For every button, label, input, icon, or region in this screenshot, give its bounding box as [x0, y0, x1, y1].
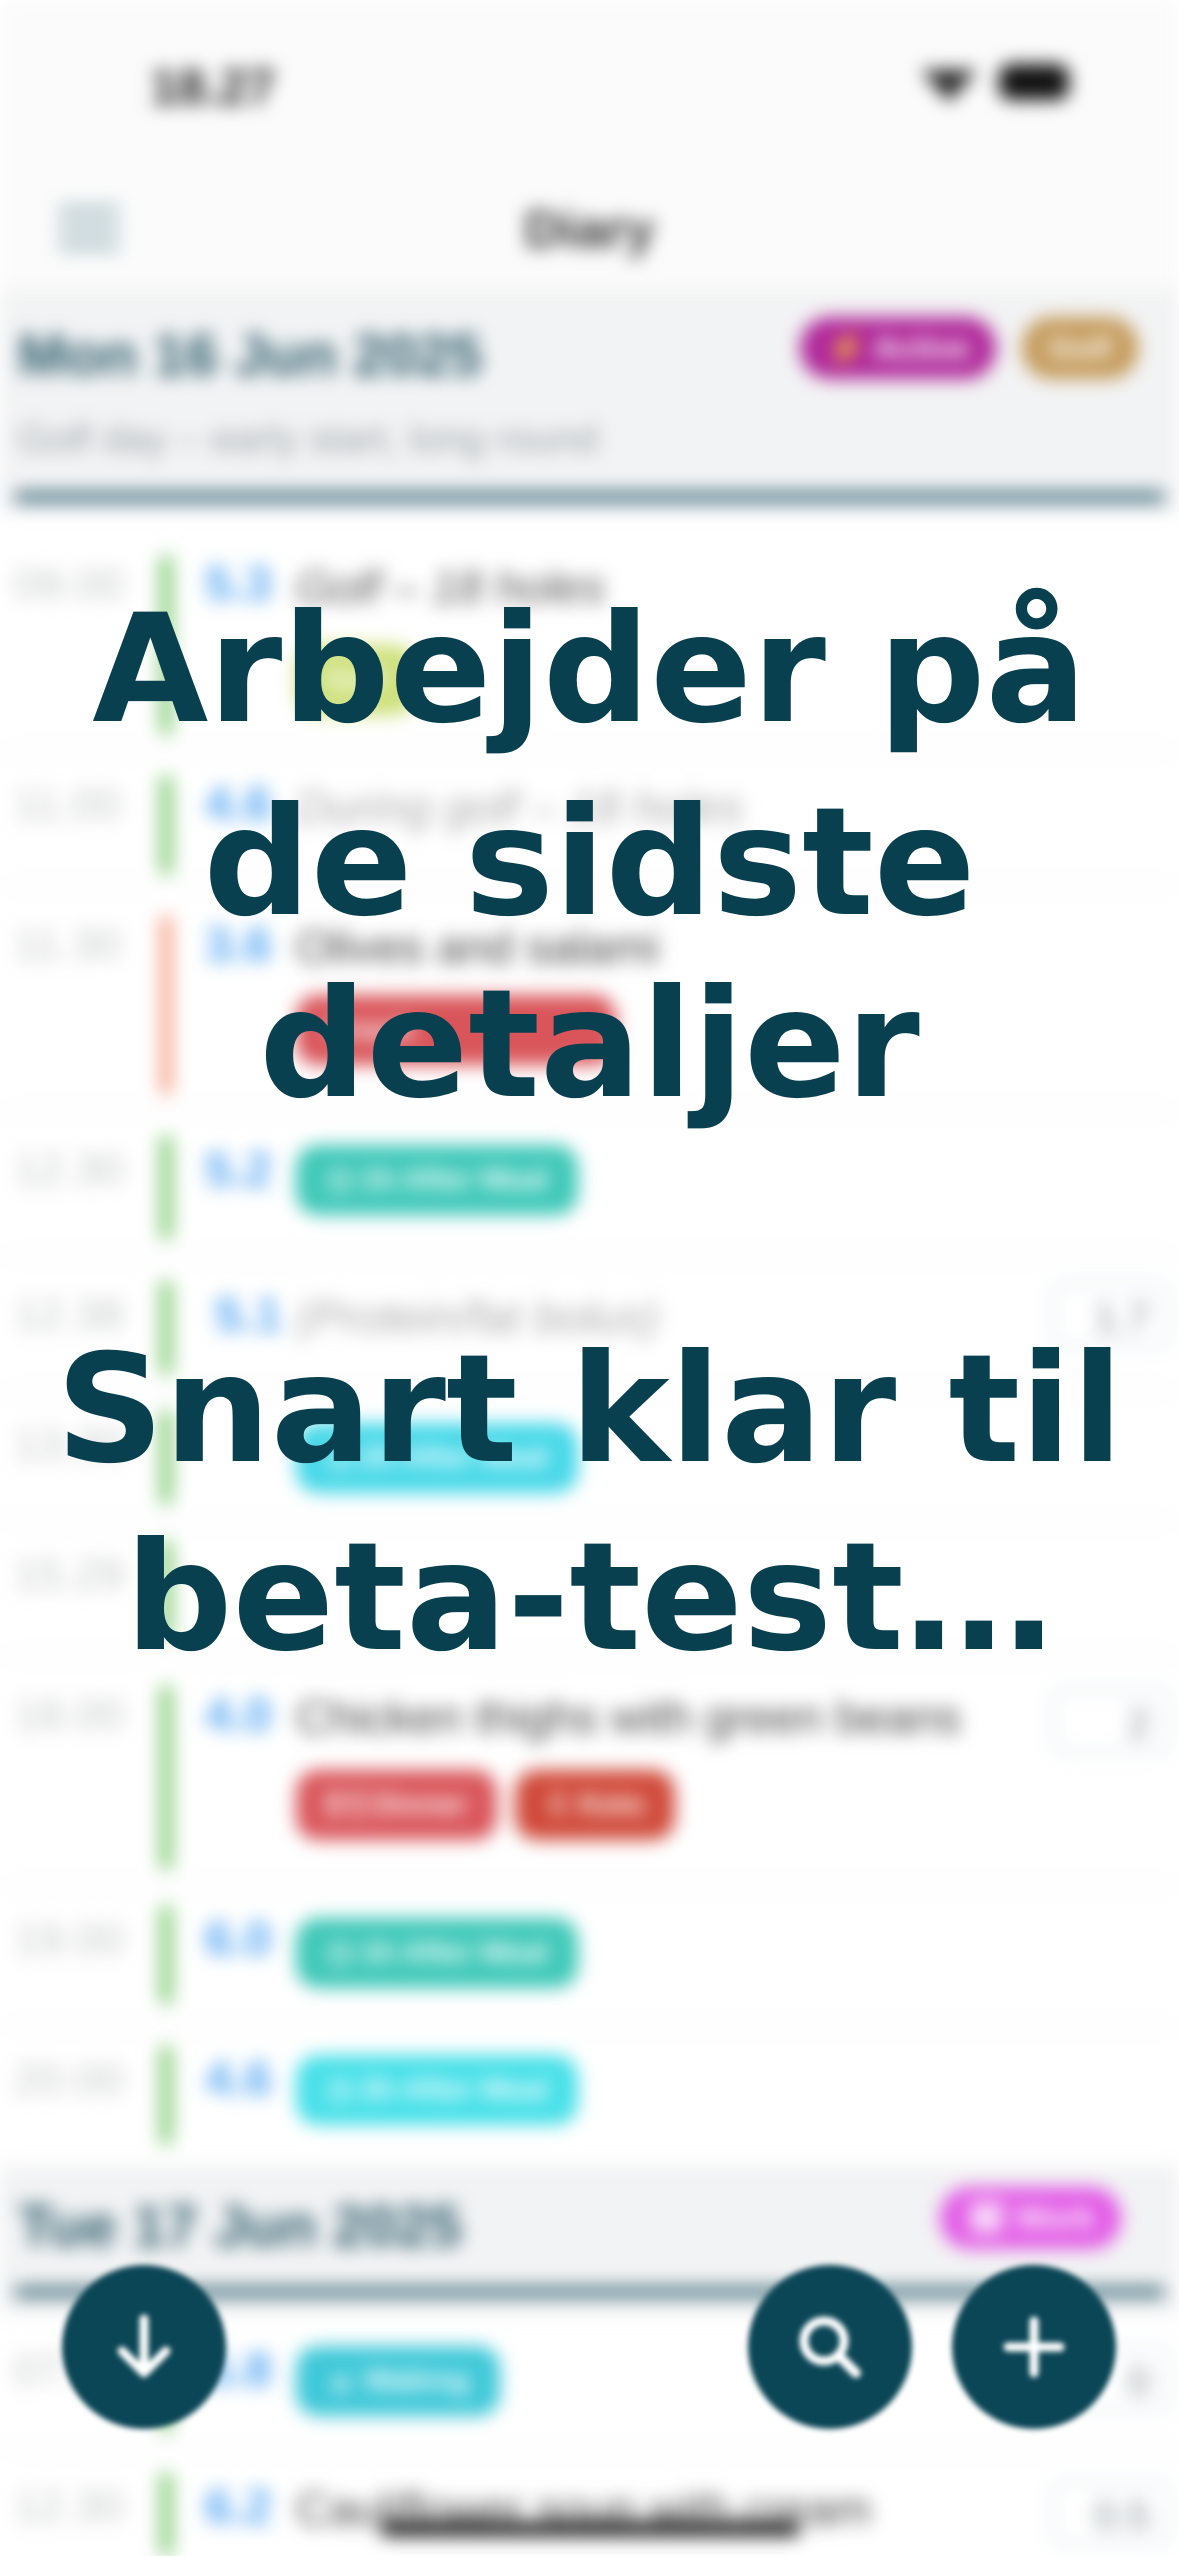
- overlay-line-2: de sidste: [203, 776, 976, 950]
- overlay-line-4: Snart klar til: [55, 1323, 1124, 1497]
- overlay-line-3: detaljer: [259, 958, 920, 1132]
- overlay-line-1: Arbejder på: [92, 583, 1087, 757]
- announcement-overlay: Arbejder på de sidste detaljer Snart kla…: [0, 0, 1179, 2556]
- overlay-line-5: beta-test…: [125, 1511, 1054, 1685]
